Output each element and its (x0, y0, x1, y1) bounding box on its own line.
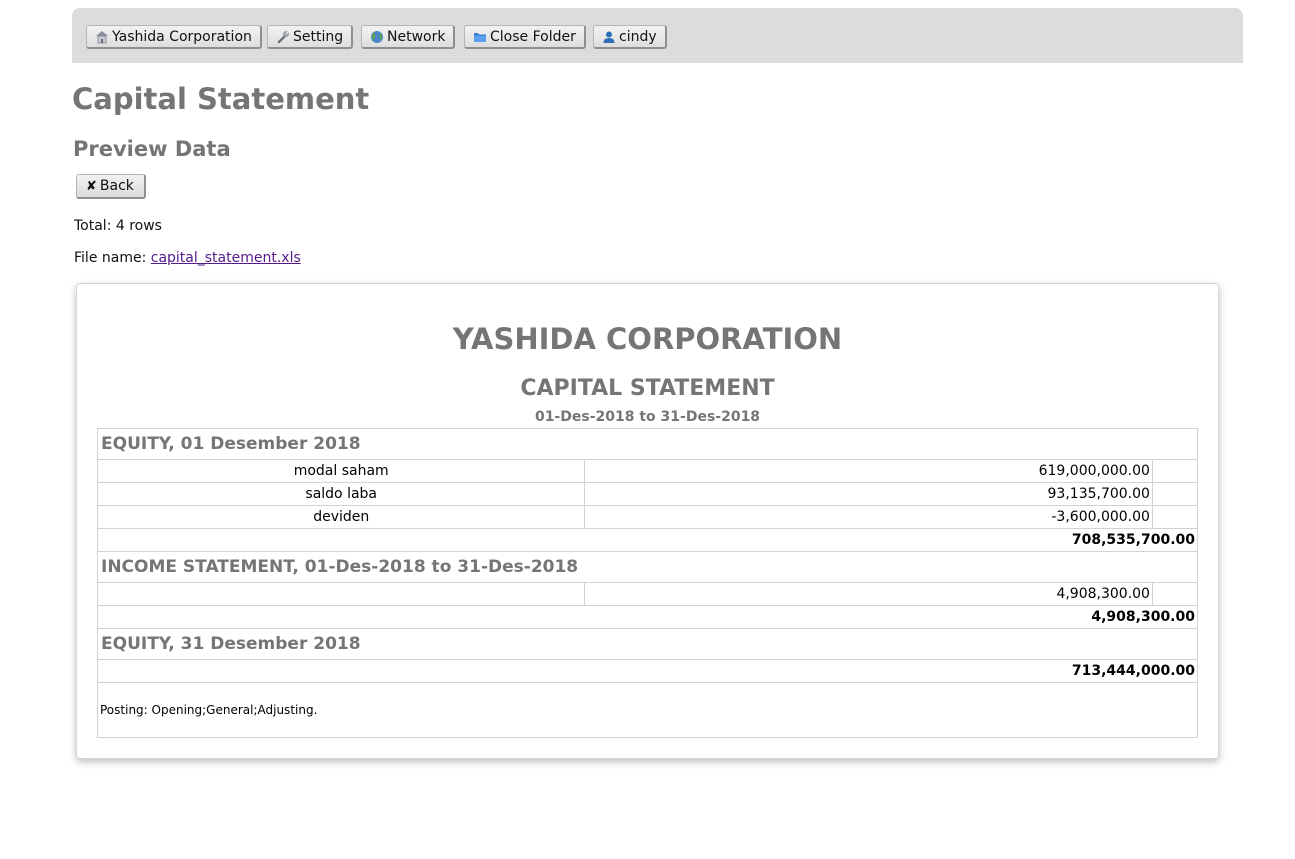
report-preview-panel: YASHIDA CORPORATION CAPITAL STATEMENT 01… (76, 283, 1219, 759)
nav-close-folder-button[interactable]: Close Folder (464, 25, 586, 49)
row-amount: -3,600,000.00 (584, 505, 1153, 529)
section-row: EQUITY, 01 Desember 2018 (97, 428, 1198, 460)
back-button[interactable]: ✘ Back (76, 174, 146, 199)
page-title: Capital Statement (72, 82, 370, 116)
income-total: 4,908,300.00 (97, 605, 1198, 629)
wrench-icon (277, 30, 289, 43)
closing-equity-heading: EQUITY, 31 Desember 2018 (97, 628, 1198, 660)
section-row: INCOME STATEMENT, 01-Des-2018 to 31-Des-… (97, 551, 1198, 583)
nav-company-label: Yashida Corporation (112, 28, 252, 45)
row-label: deviden (96, 505, 586, 529)
total-rows-text: Total: 4 rows (74, 218, 162, 234)
close-x-icon: ✘ (86, 178, 97, 194)
row-spacer (1151, 482, 1199, 506)
nav-network-button[interactable]: Network (361, 25, 456, 49)
posting-note: Posting: Opening;General;Adjusting. (97, 682, 1198, 738)
table-row: modal saham 619,000,000.00 (96, 459, 1199, 483)
nav-setting-label: Setting (293, 28, 344, 45)
house-icon (96, 30, 108, 43)
nav-network-label: Network (387, 28, 446, 45)
preview-data-heading: Preview Data (73, 137, 231, 161)
table-row: deviden -3,600,000.00 (96, 505, 1199, 529)
row-label: saldo laba (96, 482, 586, 506)
total-row: 4,908,300.00 (97, 605, 1198, 629)
table-row: saldo laba 93,135,700.00 (96, 482, 1199, 506)
posting-row: Posting: Opening;General;Adjusting. (97, 682, 1198, 738)
globe-icon (371, 30, 383, 43)
opening-equity-heading: EQUITY, 01 Desember 2018 (97, 428, 1198, 460)
total-row: 708,535,700.00 (97, 528, 1198, 552)
section-row: EQUITY, 31 Desember 2018 (97, 628, 1198, 660)
user-icon (603, 31, 615, 43)
row-spacer (1151, 505, 1199, 529)
row-amount: 619,000,000.00 (584, 459, 1153, 483)
report-company-name: YASHIDA CORPORATION (452, 322, 843, 356)
back-button-label: Back (99, 178, 134, 194)
file-name-prefix: File name: (74, 250, 151, 266)
row-spacer (1151, 582, 1199, 606)
top-nav-bar: Yashida Corporation Setting Network Clos… (72, 8, 1243, 63)
file-name-link[interactable]: capital_statement.xls (151, 250, 301, 266)
row-label (96, 582, 586, 606)
report-title: CAPITAL STATEMENT (520, 376, 775, 401)
row-spacer (1151, 459, 1199, 483)
folder-icon (474, 32, 486, 42)
capital-statement-table: EQUITY, 01 Desember 2018 modal saham 619… (96, 428, 1199, 738)
income-statement-heading: INCOME STATEMENT, 01-Des-2018 to 31-Des-… (97, 551, 1198, 583)
row-label: modal saham (96, 459, 586, 483)
nav-company-button[interactable]: Yashida Corporation (86, 25, 262, 49)
nav-close-folder-label: Close Folder (490, 28, 576, 45)
row-amount: 4,908,300.00 (584, 582, 1153, 606)
row-amount: 93,135,700.00 (584, 482, 1153, 506)
nav-user-label: cindy (619, 28, 657, 45)
table-row: 4,908,300.00 (96, 582, 1199, 606)
closing-equity-total: 713,444,000.00 (97, 659, 1198, 683)
total-row: 713,444,000.00 (97, 659, 1198, 683)
nav-user-button[interactable]: cindy (593, 25, 667, 49)
opening-equity-total: 708,535,700.00 (97, 528, 1198, 552)
nav-setting-button[interactable]: Setting (267, 25, 354, 49)
report-period: 01-Des-2018 to 31-Des-2018 (534, 409, 761, 425)
file-name-line: File name: capital_statement.xls (74, 250, 301, 266)
